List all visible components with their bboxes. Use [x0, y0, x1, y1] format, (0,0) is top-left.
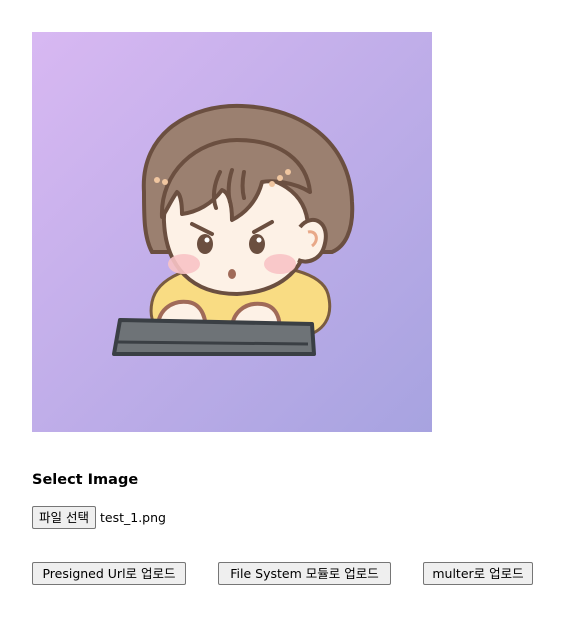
file-system-upload-button[interactable]: File System 모듈로 업로드: [218, 562, 391, 585]
selected-file-name: test_1.png: [99, 510, 166, 525]
image-preview: [32, 32, 432, 432]
multer-upload-button[interactable]: multer로 업로드: [423, 562, 533, 585]
presigned-url-upload-button[interactable]: Presigned Url로 업로드: [32, 562, 186, 585]
choose-file-button[interactable]: 파일 선택: [32, 506, 96, 529]
cartoon-boy-illustration: [32, 32, 432, 432]
file-input[interactable]: 파일 선택 test_1.png: [32, 506, 166, 529]
select-image-heading: Select Image: [32, 472, 139, 488]
